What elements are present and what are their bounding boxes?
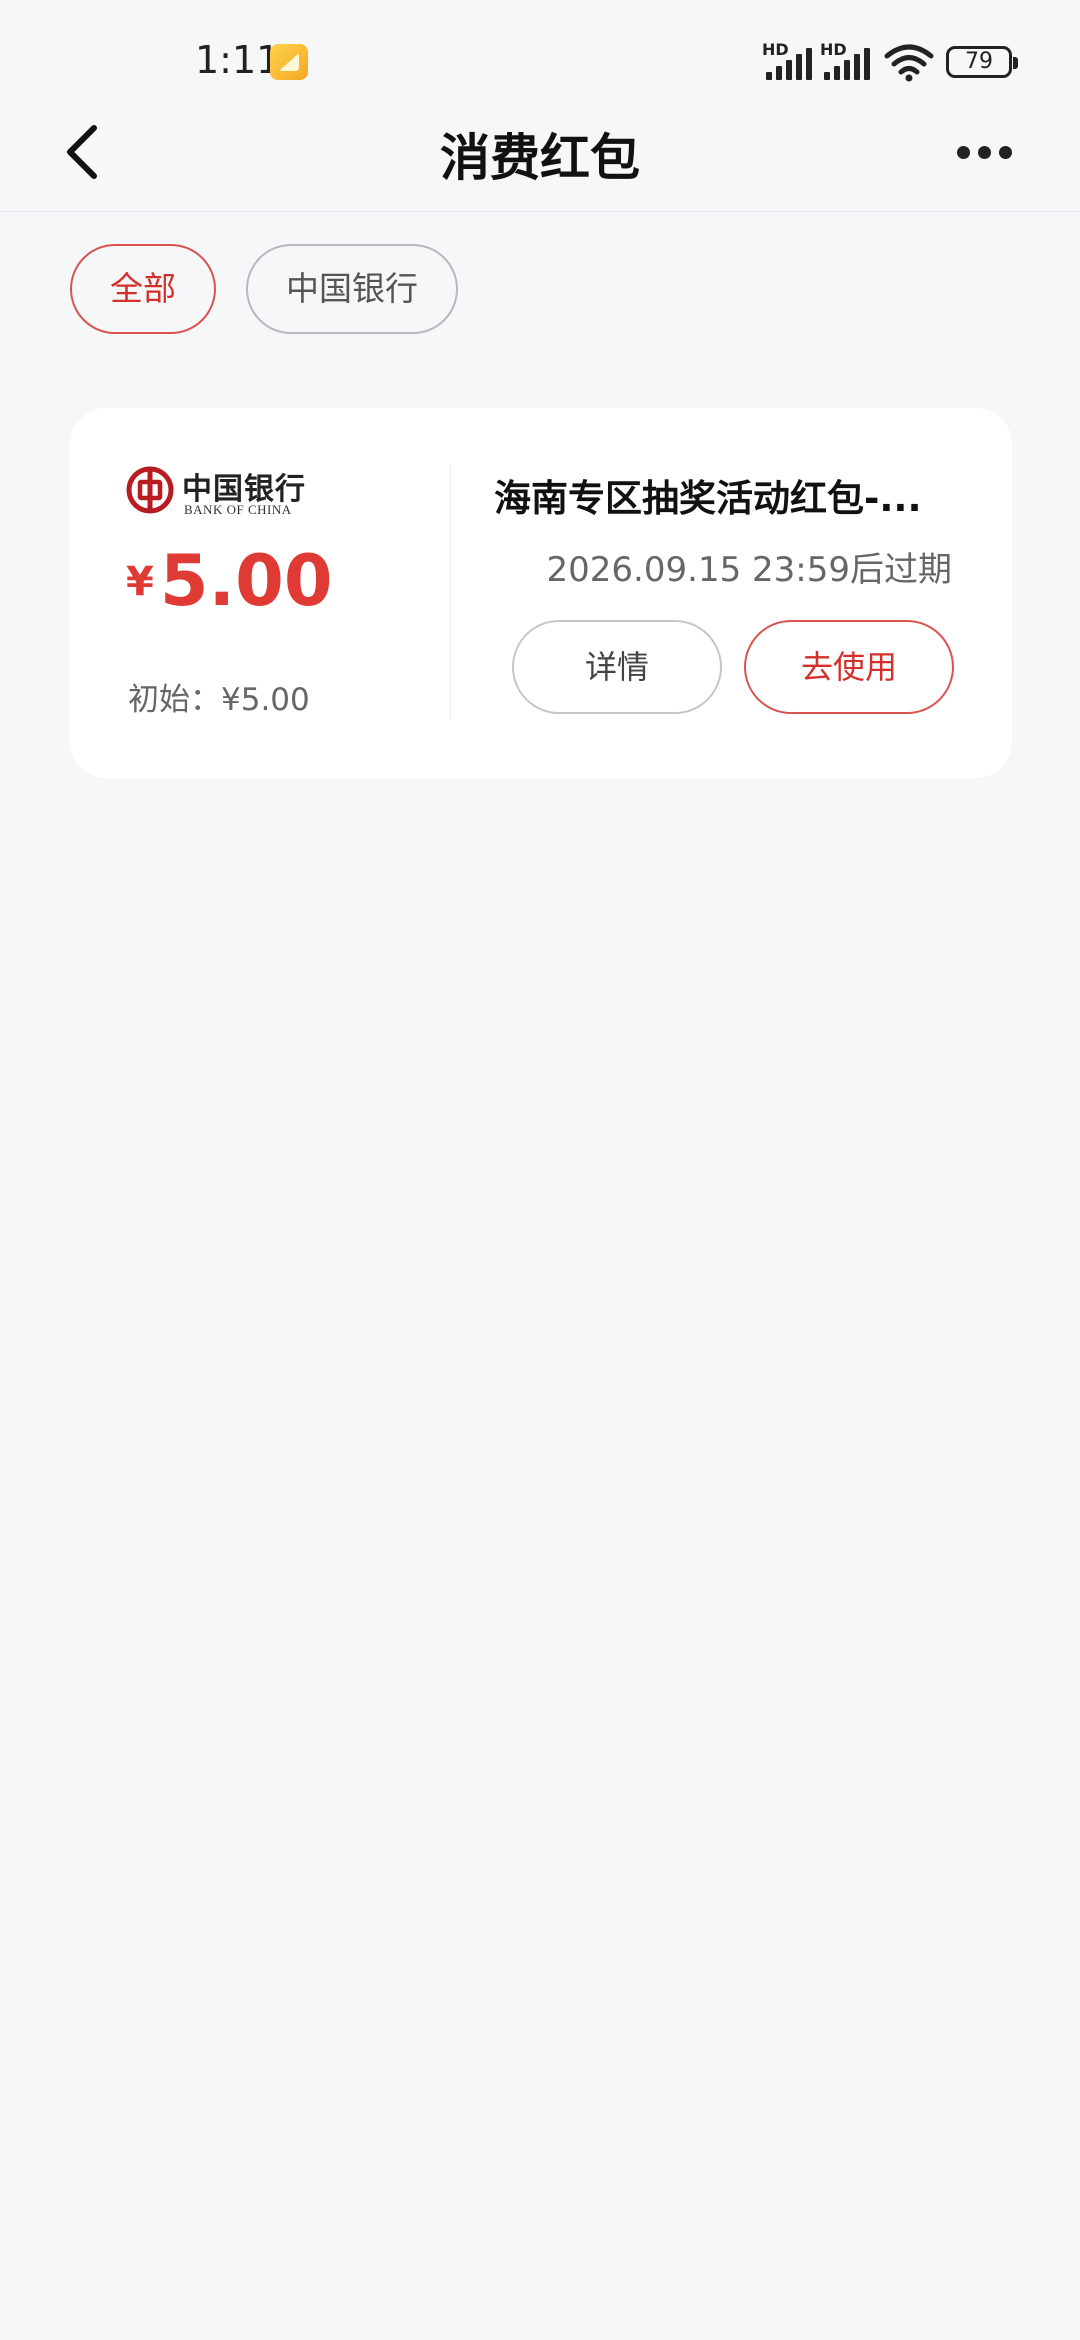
bank-name-en: BANK OF CHINA xyxy=(184,502,292,517)
more-horizontal-icon[interactable] xyxy=(955,136,1015,166)
coupon-title: 海南专区抽奖活动红包-... xyxy=(494,477,922,520)
gallery-notification-icon xyxy=(270,44,308,80)
filter-tabs: 全部 中国银行 xyxy=(70,244,458,334)
coupon-amount: ¥5.00 xyxy=(126,540,333,622)
bank-of-china-emblem-icon xyxy=(126,466,174,514)
filter-chip-bank-of-china[interactable]: 中国银行 xyxy=(246,244,458,334)
cellular-signal-1-icon: HD xyxy=(762,40,818,80)
expiry-date: 2026.09.15 23:59后过期 xyxy=(546,550,952,590)
cellular-signal-2-icon: HD xyxy=(820,40,876,80)
battery-icon: 79 xyxy=(946,46,1018,78)
wifi-icon xyxy=(884,44,934,82)
card-divider xyxy=(450,466,451,718)
page-title: 消费红包 xyxy=(440,129,640,187)
use-button[interactable]: 去使用 xyxy=(744,620,954,714)
status-time: 1:11 xyxy=(195,38,281,82)
coupon-card[interactable]: 中国银行 BANK OF CHINA ¥5.00 初始：¥5.00 海南专区抽奖… xyxy=(70,408,1012,778)
currency-symbol: ¥ xyxy=(126,559,154,605)
app-header: 消费红包 xyxy=(0,90,1080,212)
bank-of-china-logo: 中国银行 BANK OF CHINA xyxy=(126,464,306,520)
battery-level: 79 xyxy=(965,49,993,74)
amount-value: 5.00 xyxy=(159,540,333,622)
filter-chip-all[interactable]: 全部 xyxy=(70,244,216,334)
initial-amount: 初始：¥5.00 xyxy=(128,682,310,718)
detail-button[interactable]: 详情 xyxy=(512,620,722,714)
